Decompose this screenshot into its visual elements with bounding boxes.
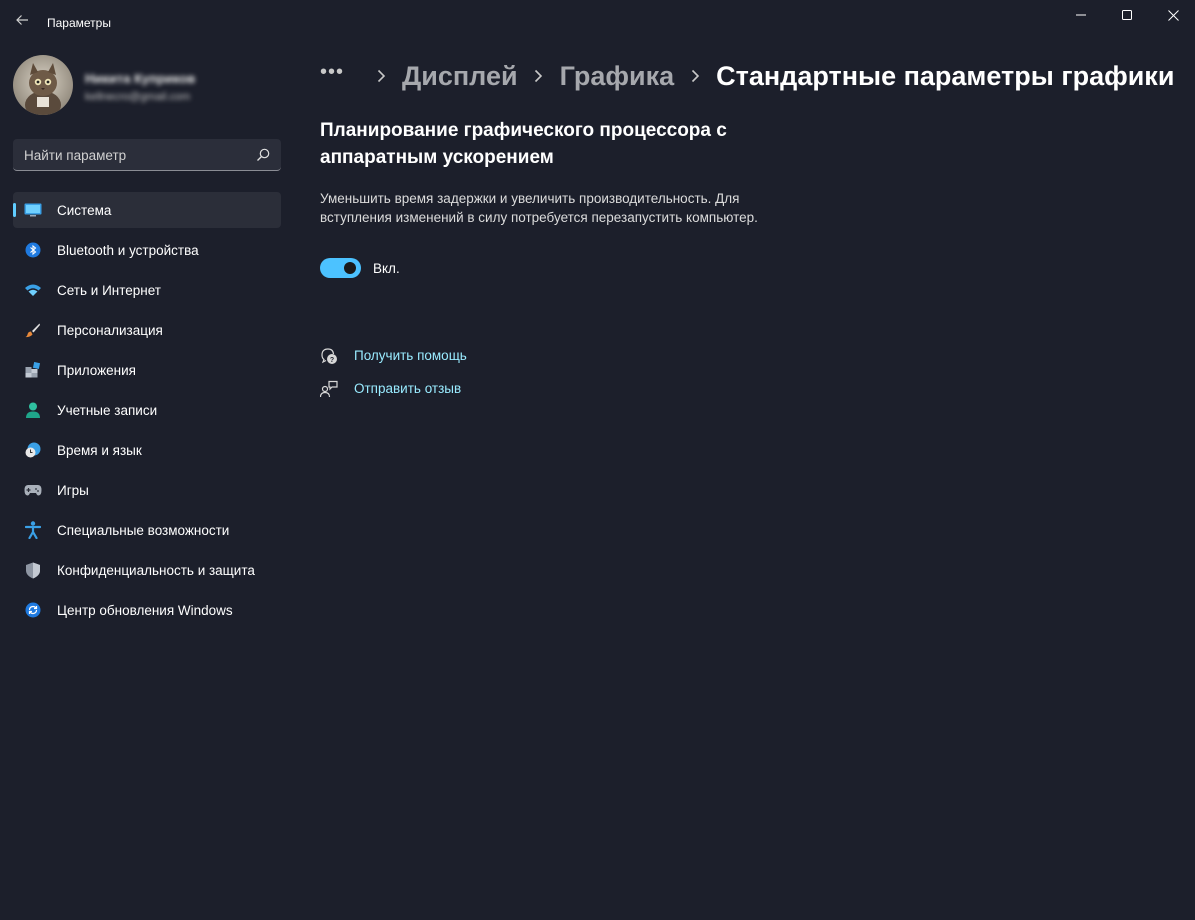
sidebar-item-privacy[interactable]: Конфиденциальность и защита bbox=[13, 552, 281, 588]
sidebar-item-label: Персонализация bbox=[57, 323, 163, 338]
close-button[interactable] bbox=[1150, 0, 1195, 30]
sidebar-item-label: Центр обновления Windows bbox=[57, 603, 233, 618]
toggle-state-label: Вкл. bbox=[373, 261, 400, 276]
settings-window: Параметры Никита Куприков kellnecro@gmai… bbox=[0, 0, 1195, 920]
sidebar-item-personalization[interactable]: Персонализация bbox=[13, 312, 281, 348]
setting-description: Уменьшить время задержки и увеличить про… bbox=[320, 191, 758, 225]
close-icon bbox=[1167, 9, 1179, 21]
sidebar-item-accessibility[interactable]: Специальные возможности bbox=[13, 512, 281, 548]
back-button[interactable] bbox=[8, 6, 36, 34]
hardware-scheduling-toggle[interactable] bbox=[320, 258, 361, 278]
sidebar-item-gaming[interactable]: Игры bbox=[13, 472, 281, 508]
wifi-icon bbox=[24, 281, 42, 299]
sidebar-item-label: Приложения bbox=[57, 363, 136, 378]
maximize-icon bbox=[1122, 10, 1132, 20]
toggle-knob bbox=[344, 262, 356, 274]
avatar bbox=[13, 55, 73, 115]
search-icon[interactable] bbox=[255, 147, 271, 163]
help-chat-icon: ? bbox=[321, 348, 337, 364]
back-arrow-icon bbox=[16, 15, 28, 25]
svg-text:?: ? bbox=[330, 357, 334, 364]
update-icon bbox=[24, 601, 42, 619]
shield-icon bbox=[24, 561, 42, 579]
chevron-right-icon bbox=[372, 69, 390, 83]
globe-clock-icon bbox=[24, 441, 42, 459]
sidebar-item-network[interactable]: Сеть и Интернет bbox=[13, 272, 281, 308]
get-help-label: Получить помощь bbox=[354, 348, 467, 363]
search-input[interactable]: Найти параметр bbox=[13, 139, 281, 171]
sidebar-item-label: Система bbox=[57, 203, 112, 218]
system-monitor-icon bbox=[24, 201, 42, 219]
breadcrumb-more-button[interactable]: ••• bbox=[320, 61, 344, 84]
sidebar-item-label: Bluetooth и устройства bbox=[57, 243, 199, 258]
sidebar-item-label: Специальные возможности bbox=[57, 523, 230, 538]
sidebar-item-label: Сеть и Интернет bbox=[57, 283, 161, 298]
sidebar-item-windows-update[interactable]: Центр обновления Windows bbox=[13, 592, 281, 628]
feedback-icon bbox=[320, 380, 338, 398]
user-email: kellnecro@gmail.com bbox=[85, 91, 191, 103]
bluetooth-icon bbox=[24, 241, 42, 259]
sidebar-item-system[interactable]: Система bbox=[13, 192, 281, 228]
apps-icon bbox=[24, 361, 42, 379]
chevron-right-icon bbox=[530, 69, 548, 83]
person-icon bbox=[24, 401, 42, 419]
send-feedback-label: Отправить отзыв bbox=[354, 381, 462, 396]
avatar-image bbox=[13, 55, 73, 115]
sidebar-item-time-language[interactable]: Время и язык bbox=[13, 432, 281, 468]
sidebar-item-label: Учетные записи bbox=[57, 403, 158, 418]
title-bar: Параметры bbox=[0, 0, 1195, 44]
breadcrumb-display[interactable]: Дисплей bbox=[402, 61, 518, 92]
sidebar-item-label: Время и язык bbox=[57, 443, 142, 458]
breadcrumb: ••• Дисплей Графика Стандартные параметр… bbox=[320, 56, 1174, 96]
setting-title: Планирование графического процессора с а… bbox=[320, 120, 727, 168]
chevron-right-icon bbox=[686, 69, 704, 83]
sidebar-nav: Система Bluetooth и устройства Сеть и Ин… bbox=[13, 192, 281, 632]
sidebar-item-accounts[interactable]: Учетные записи bbox=[13, 392, 281, 428]
minimize-icon bbox=[1076, 14, 1086, 16]
app-title: Параметры bbox=[47, 16, 111, 30]
breadcrumb-graphics[interactable]: Графика bbox=[560, 61, 675, 92]
minimize-button[interactable] bbox=[1058, 0, 1104, 30]
search-placeholder: Найти параметр bbox=[24, 148, 127, 163]
sidebar-item-bluetooth[interactable]: Bluetooth и устройства bbox=[13, 232, 281, 268]
active-indicator bbox=[13, 203, 16, 217]
brush-icon bbox=[24, 321, 42, 339]
sidebar-item-apps[interactable]: Приложения bbox=[13, 352, 281, 388]
maximize-button[interactable] bbox=[1104, 0, 1150, 30]
sidebar-item-label: Игры bbox=[57, 483, 89, 498]
sidebar-item-label: Конфиденциальность и защита bbox=[57, 563, 255, 578]
gamepad-icon bbox=[24, 481, 42, 499]
page-title: Стандартные параметры графики bbox=[716, 60, 1175, 91]
accessibility-icon bbox=[24, 521, 42, 539]
user-profile[interactable]: Никита Куприков kellnecro@gmail.com bbox=[13, 55, 283, 115]
user-name: Никита Куприков bbox=[85, 71, 196, 86]
